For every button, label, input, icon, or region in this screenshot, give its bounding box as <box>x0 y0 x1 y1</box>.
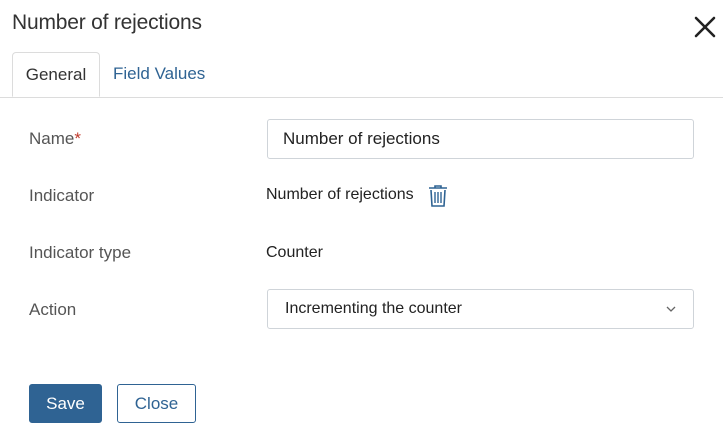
indicator-value: Number of rejections <box>266 186 414 203</box>
save-button[interactable]: Save <box>29 384 102 423</box>
required-marker: * <box>74 129 81 148</box>
indicator-label: Indicator <box>29 186 95 205</box>
name-input[interactable] <box>267 119 694 159</box>
name-label: Name* <box>29 129 81 148</box>
tab-bar: General Field Values <box>0 52 723 98</box>
chevron-down-icon <box>666 306 676 312</box>
dialog: Number of rejections General Field Value… <box>0 0 723 428</box>
close-icon[interactable] <box>692 14 718 40</box>
indicator-type-value: Counter <box>266 244 323 261</box>
action-label: Action <box>29 300 77 319</box>
trash-icon[interactable] <box>427 184 449 208</box>
action-selected-value: Incrementing the counter <box>285 300 462 317</box>
tab-field-values[interactable]: Field Values <box>113 52 205 96</box>
action-select[interactable]: Incrementing the counter <box>267 289 694 329</box>
indicator-type-label: Indicator type <box>29 243 132 262</box>
tab-general[interactable]: General <box>12 52 100 97</box>
dialog-title: Number of rejections <box>12 11 202 34</box>
close-button[interactable]: Close <box>117 384 196 423</box>
